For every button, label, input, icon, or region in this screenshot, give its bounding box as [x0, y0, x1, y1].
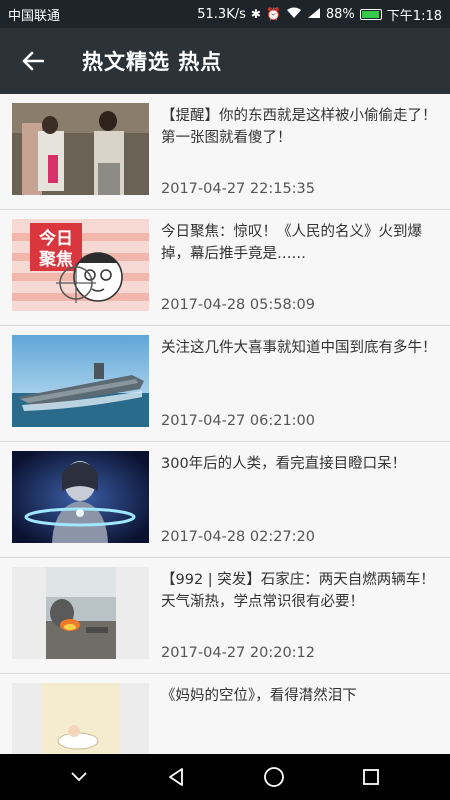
article-item[interactable]: 关注这几件大喜事就知道中国到底有多牛！ 2017-04-27 06:21:00	[0, 326, 450, 442]
article-time: 2017-04-27 22:15:35	[161, 181, 315, 197]
signal-icon	[307, 7, 321, 22]
article-title: 【992 | 突发】石家庄：两天自燃两辆车！天气渐热，学点常识很有必要！	[161, 572, 435, 610]
status-bar: 中国联通 51.3K/s ✱ ⏰ 88% 下午1:18	[0, 0, 450, 28]
article-time: 2017-04-28 05:58:09	[161, 297, 315, 313]
navigation-bar	[0, 754, 450, 800]
article-title: 关注这几件大喜事就知道中国到底有多牛！	[161, 340, 437, 356]
article-title: 300年后的人类，看完直接目瞪口呆！	[161, 456, 407, 472]
article-thumbnail	[12, 103, 149, 195]
article-item[interactable]: 【提醒】你的东西就是这样被小偷偷走了！第一张图就看傻了！ 2017-04-27 …	[0, 94, 450, 210]
svg-text:聚焦: 聚焦	[38, 249, 73, 270]
article-title: 【提醒】你的东西就是这样被小偷偷走了！第一张图就看傻了！	[161, 108, 437, 146]
article-thumbnail	[12, 451, 149, 543]
home-circle-icon	[263, 767, 284, 787]
alarm-icon: ⏰	[265, 7, 281, 21]
arrow-left-icon	[22, 51, 44, 71]
article-item[interactable]: 今日 聚焦 今日聚焦：惊叹！《人民的名义》火到爆掉，幕后推手竟是…… 2017-…	[0, 210, 450, 326]
article-title: 《妈妈的空位》，看得潸然泪下	[161, 688, 357, 704]
chevron-down-icon	[71, 772, 87, 782]
recents-square-icon	[363, 769, 380, 785]
article-item[interactable]: 【992 | 突发】石家庄：两天自燃两辆车！天气渐热，学点常识很有必要！ 201…	[0, 558, 450, 674]
svg-text:今日: 今日	[39, 228, 73, 249]
nav-recents-button[interactable]	[348, 754, 394, 800]
article-time: 2017-04-27 20:20:12	[161, 645, 315, 661]
wifi-icon	[286, 7, 302, 22]
app-bar: 热文精选 热点	[0, 28, 450, 94]
status-indicators: 51.3K/s ✱ ⏰ 88% 下午1:18	[197, 5, 442, 24]
nav-back-button[interactable]	[153, 754, 199, 800]
back-button[interactable]	[0, 28, 66, 94]
battery-icon	[359, 8, 382, 20]
article-item[interactable]: 300年后的人类，看完直接目瞪口呆！ 2017-04-28 02:27:20	[0, 442, 450, 558]
hide-keyboard-button[interactable]	[56, 754, 102, 800]
article-thumbnail: 今日 聚焦	[12, 219, 149, 311]
article-time: 2017-04-28 02:27:20	[161, 529, 315, 545]
battery-percent: 88%	[325, 6, 355, 22]
article-time: 2017-04-27 06:21:00	[161, 413, 315, 429]
article-thumbnail	[12, 335, 149, 427]
article-thumbnail	[12, 683, 149, 754]
back-triangle-icon	[169, 768, 184, 786]
article-thumbnail	[12, 567, 149, 659]
carrier-label: 中国联通	[8, 8, 61, 24]
article-list[interactable]: 【提醒】你的东西就是这样被小偷偷走了！第一张图就看傻了！ 2017-04-27 …	[0, 94, 450, 754]
article-title: 今日聚焦：惊叹！《人民的名义》火到爆掉，幕后推手竟是……	[161, 224, 422, 262]
nav-home-button[interactable]	[251, 754, 297, 800]
page-title: 热文精选 热点	[82, 50, 223, 74]
article-item[interactable]: 《妈妈的空位》，看得潸然泪下	[0, 674, 450, 754]
bluetooth-icon: ✱	[250, 7, 261, 21]
clock: 下午1:18	[386, 8, 442, 24]
network-speed: 51.3K/s	[197, 6, 246, 22]
